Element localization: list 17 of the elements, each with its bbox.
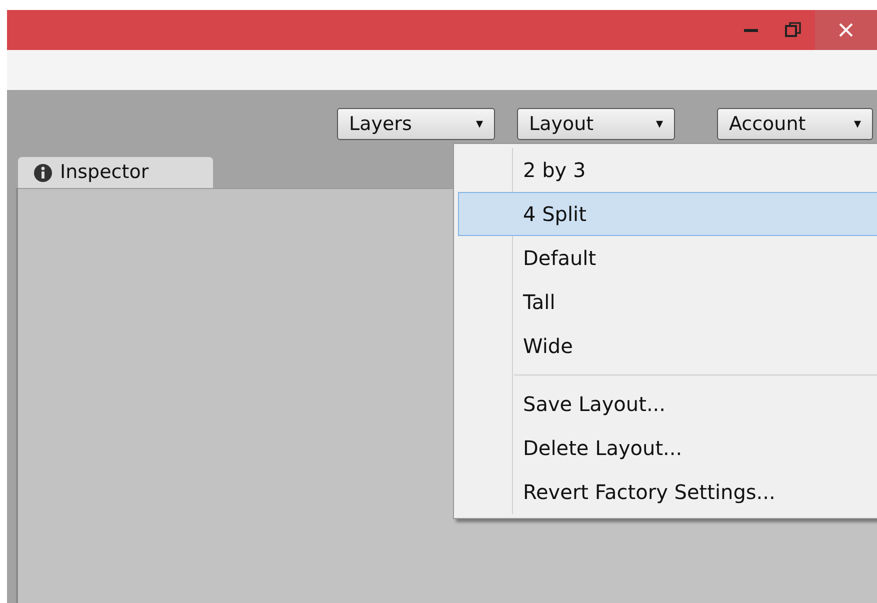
dropdown-button[interactable]: Account ▾ bbox=[717, 108, 873, 140]
menu-item[interactable]: Save Layout... bbox=[458, 382, 877, 426]
menu-item[interactable]: Revert Factory Settings... bbox=[458, 470, 877, 514]
menu-item[interactable]: Tall bbox=[458, 280, 877, 324]
menu-item[interactable]: Delete Layout... bbox=[458, 426, 877, 470]
dropdown-button[interactable]: Layers ▾ bbox=[337, 108, 495, 140]
close-button[interactable] bbox=[815, 10, 877, 50]
menu-item[interactable]: Wide bbox=[458, 324, 877, 368]
restore-icon bbox=[785, 22, 801, 38]
menu-item[interactable]: 4 Split bbox=[458, 192, 877, 236]
menu-item[interactable]: Default bbox=[458, 236, 877, 280]
menu-item[interactable]: 2 by 3 bbox=[458, 148, 877, 192]
minimize-icon bbox=[744, 28, 758, 32]
info-icon bbox=[34, 164, 52, 182]
close-icon bbox=[839, 23, 853, 37]
inspector-tab[interactable]: Inspector bbox=[18, 157, 213, 188]
dropdown-button[interactable]: Layout ▾ bbox=[517, 108, 675, 140]
